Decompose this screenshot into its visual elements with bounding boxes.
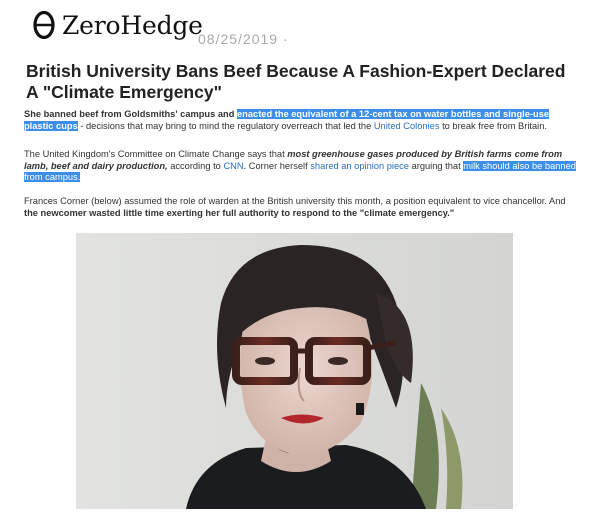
paragraph-2: The United Kingdom's Committee on Climat… [24,149,580,184]
united-colonies-link[interactable]: United Colonies [374,121,440,131]
article-date: 08/25/2019 · [198,31,289,47]
paragraph-1: She banned beef from Goldsmiths' campus … [24,109,580,132]
p3-text: Frances Corner (below) assumed the role … [24,196,566,206]
theta-logo-icon [33,10,55,40]
p2-text: The United Kingdom's Committee on Climat… [24,149,288,159]
cnn-link[interactable]: CNN [223,161,243,171]
logo-text: ZeroHedge [62,10,203,40]
p1-text: - decisions that may bring to mind the r… [77,120,374,131]
paragraph-3: Frances Corner (below) assumed the role … [24,196,580,219]
p1-bold-text: She banned beef from Goldsmiths' campus … [24,109,235,119]
p3-bold-text: the newcomer wasted little time exerting… [24,207,455,218]
portrait-illustration [76,233,513,509]
p2-text-4: arguing that [408,160,464,171]
p1-text-end: to break free from Britain. [439,120,547,131]
p2-text-3: . Corner herself [243,160,311,171]
article-title: British University Bans Beef Because A F… [26,61,566,102]
site-logo[interactable]: ZeroHedge [33,10,203,40]
p2-text-2: according to [167,160,224,171]
opinion-piece-link[interactable]: shared an opinion piece [310,161,409,171]
article-photo [76,233,513,509]
